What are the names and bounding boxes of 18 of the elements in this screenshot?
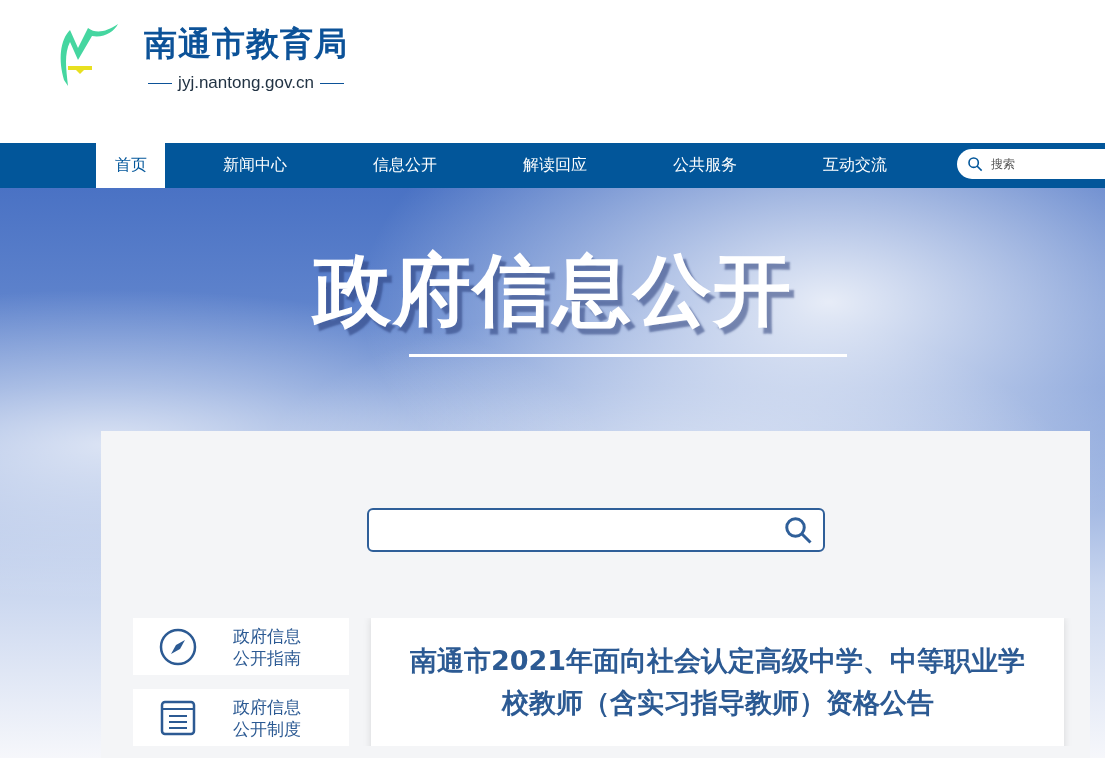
nav-tab[interactable]: 公共服务: [630, 143, 780, 188]
banner-title: 政府信息公开: [312, 244, 793, 337]
nav-tab[interactable]: 新闻中心: [180, 143, 330, 188]
search-icon[interactable]: [967, 156, 983, 172]
sidebar-item[interactable]: 政府信息 公开指南: [133, 618, 349, 675]
compass-icon: [159, 627, 197, 666]
nav-tab[interactable]: 互动交流: [780, 143, 930, 188]
sidebar-item[interactable]: 政府信息 公开制度: [133, 689, 349, 746]
nav-tab[interactable]: 解读回应: [480, 143, 630, 188]
site-name: 南通市教育局: [144, 23, 348, 65]
search-field[interactable]: [366, 508, 825, 552]
site-domain: jyj.nantong.gov.cn: [178, 73, 314, 93]
search-field[interactable]: 搜索: [957, 149, 1105, 179]
nav-tab[interactable]: 首页: [96, 143, 165, 188]
search-icon[interactable]: [782, 515, 813, 545]
article-title[interactable]: 南通市2021年面向社会认定高级中学、中等职业学校教师（含实习指导教师）资格公告: [401, 640, 1034, 724]
nav-tab[interactable]: 信息公开: [330, 143, 480, 188]
document-icon: [159, 698, 197, 737]
